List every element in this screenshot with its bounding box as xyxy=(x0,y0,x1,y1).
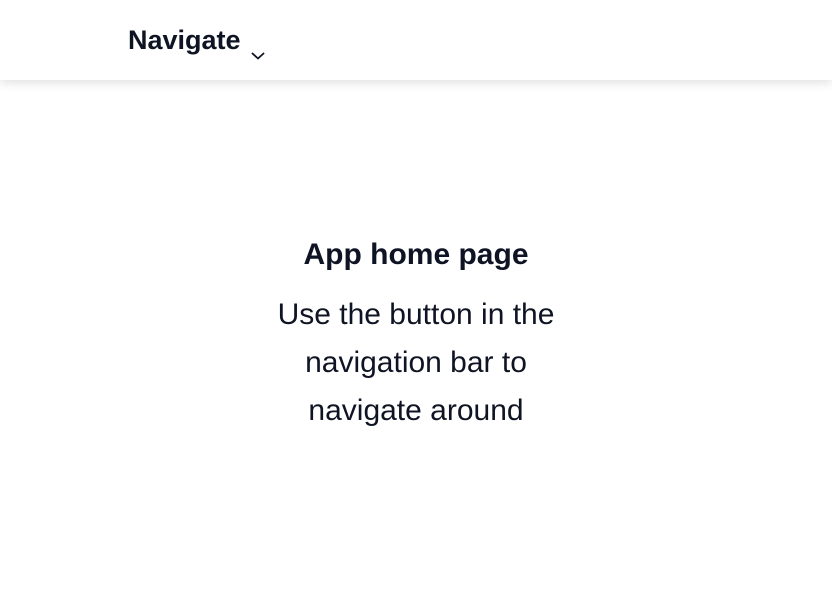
navigate-menu-button[interactable]: Navigate xyxy=(128,20,265,60)
top-navigation-bar: Navigate xyxy=(0,0,832,80)
page-title: App home page xyxy=(303,238,529,271)
navigate-menu-label: Navigate xyxy=(128,24,241,55)
home-description: Use the button in the navigation bar to … xyxy=(277,298,555,427)
home-page-content: App home page Use the button in the navi… xyxy=(0,80,832,592)
chevron-down-icon xyxy=(251,37,265,60)
